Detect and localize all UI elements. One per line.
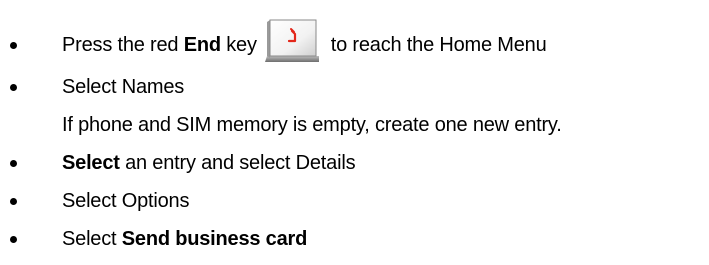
- step-text: Select: [62, 227, 122, 250]
- end-key-label: End: [183, 33, 221, 56]
- bullet-icon: [10, 84, 17, 91]
- note-text: If phone and SIM memory is empty, create…: [62, 113, 562, 136]
- end-key-icon: [264, 18, 321, 64]
- bullet-icon: [10, 42, 17, 49]
- step-text-bold: Select: [62, 151, 120, 174]
- step-text-bold: Send business card: [121, 227, 308, 250]
- bullet-icon: [10, 160, 17, 167]
- step-text: Press the red: [62, 33, 184, 56]
- step-text: an entry and select Details: [119, 151, 356, 174]
- step-text: Select Names: [62, 75, 185, 98]
- step-text: Select Options: [62, 189, 190, 212]
- step-text: to reach the Home Menu: [330, 33, 547, 56]
- bullet-icon: [10, 236, 17, 243]
- bullet-icon: [10, 198, 17, 205]
- step-text: key: [220, 33, 257, 56]
